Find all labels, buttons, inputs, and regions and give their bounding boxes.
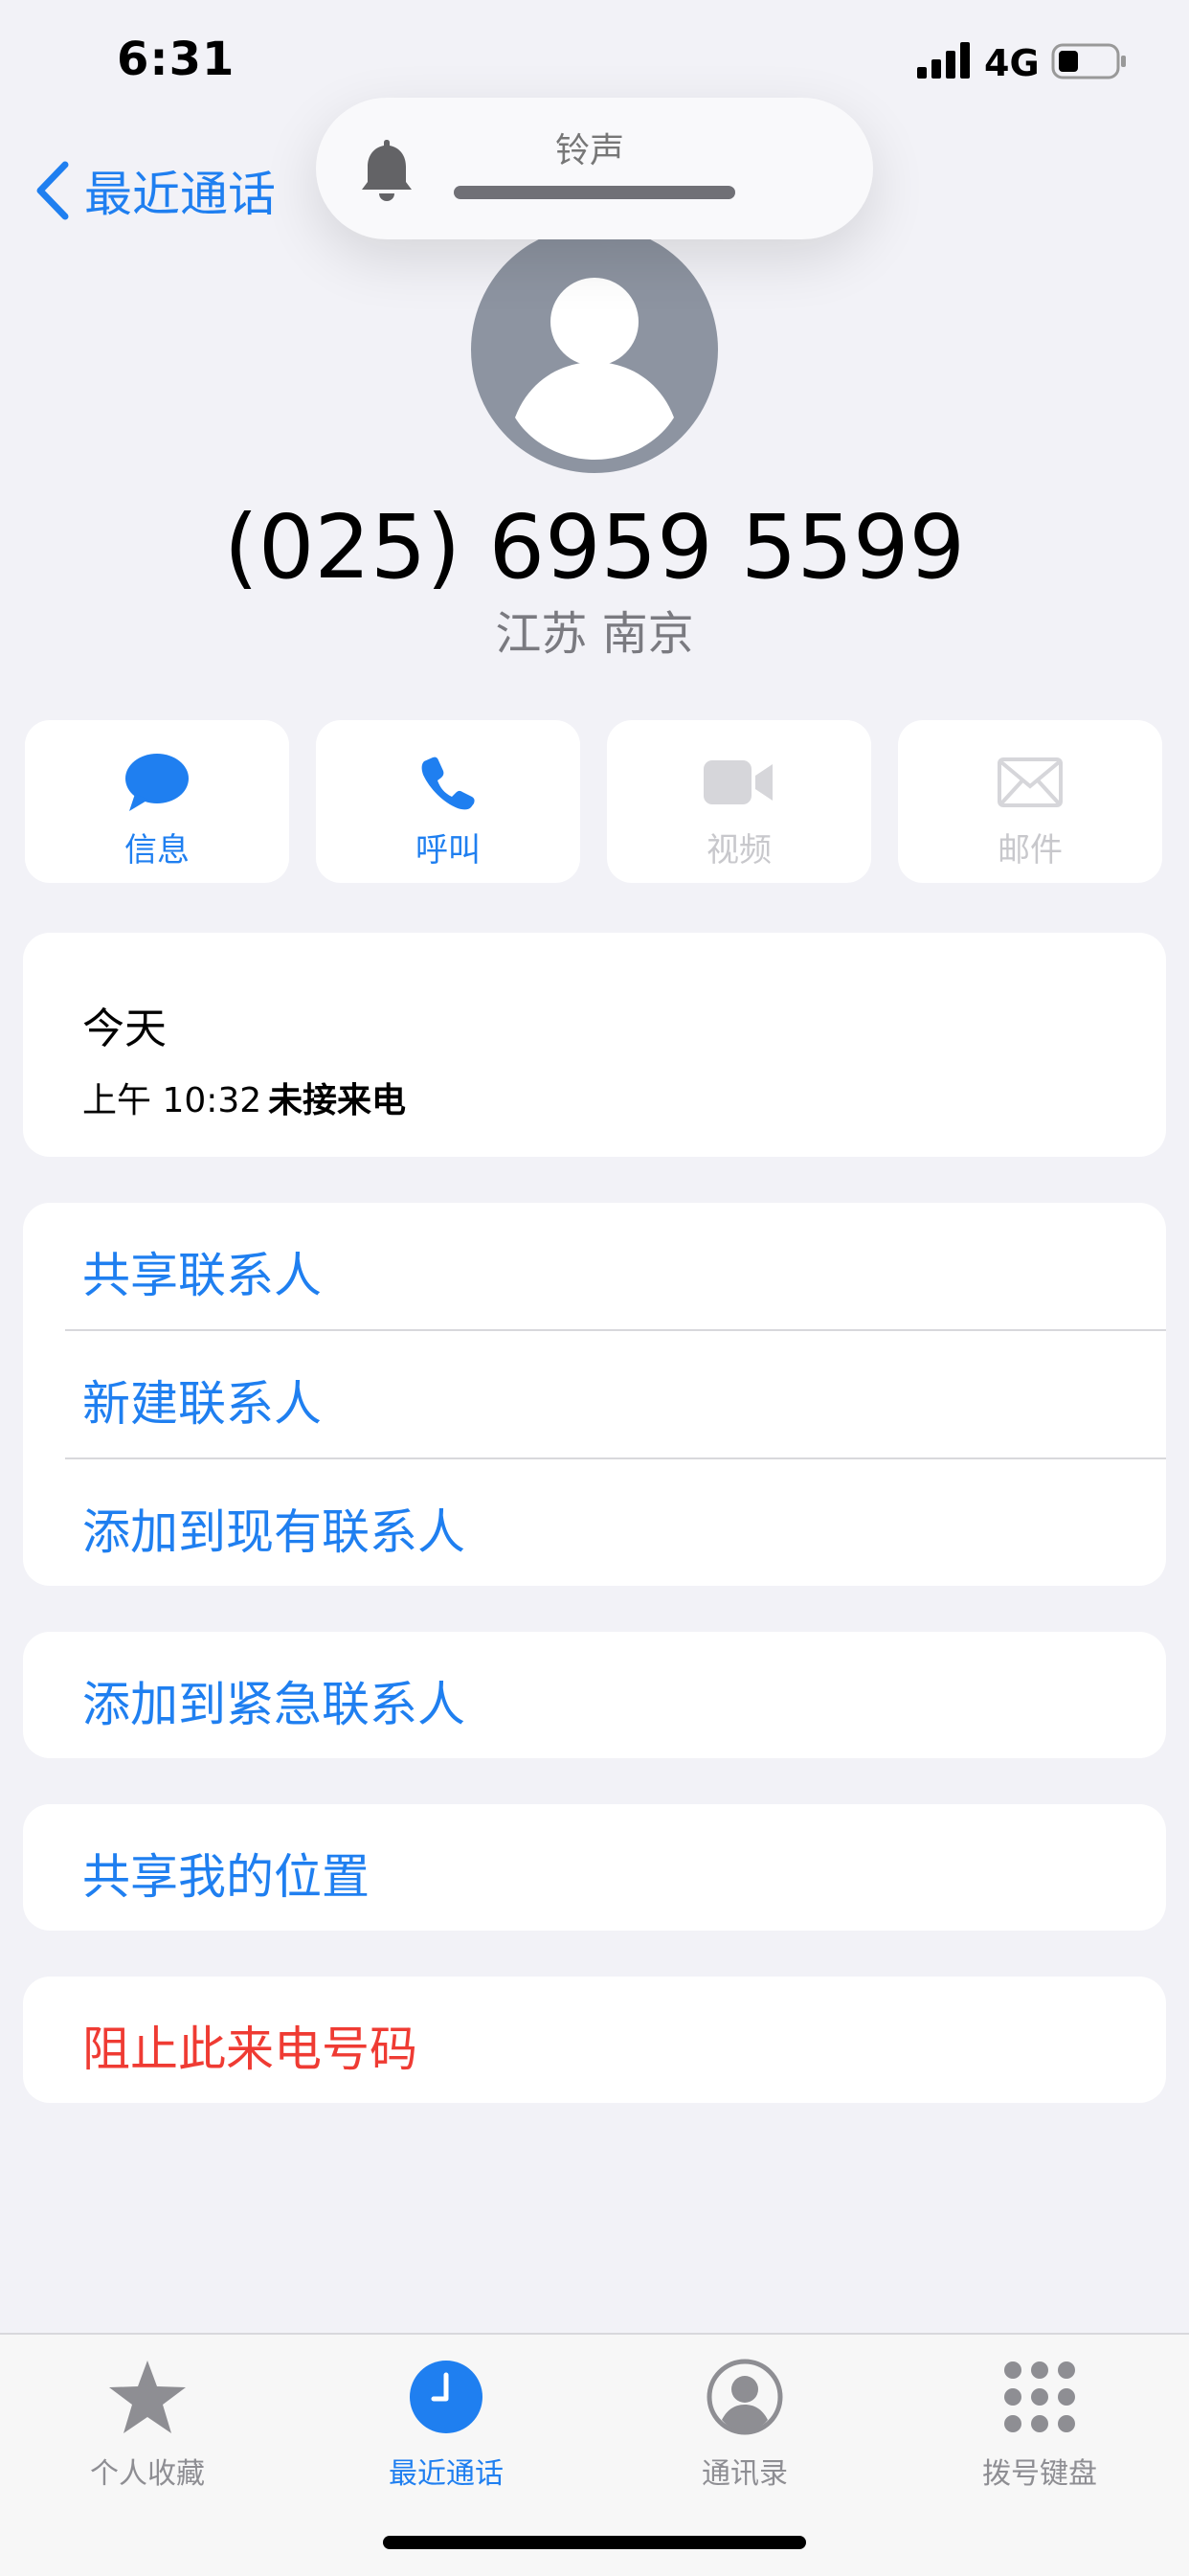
share-contact-button[interactable]: 共享联系人 bbox=[23, 1203, 1166, 1329]
back-button[interactable]: 最近通话 bbox=[34, 157, 276, 224]
chevron-left-icon bbox=[36, 161, 69, 220]
tab-keypad[interactable]: 拨号键盘 bbox=[925, 2354, 1155, 2492]
contact-options-card: 共享联系人 新建联系人 添加到现有联系人 bbox=[23, 1203, 1166, 1586]
star-icon bbox=[109, 2361, 186, 2433]
history-day: 今天 bbox=[82, 1005, 167, 1053]
person-silhouette-icon bbox=[515, 278, 674, 460]
home-indicator bbox=[383, 2536, 806, 2549]
share-location-button[interactable]: 共享我的位置 bbox=[23, 1804, 1166, 1931]
battery-icon bbox=[1051, 43, 1126, 79]
status-time: 6:31 bbox=[117, 33, 236, 86]
back-label: 最近通话 bbox=[84, 167, 276, 222]
phone-icon bbox=[421, 757, 475, 810]
call-history-card: 今天 上午 10:32 未接来电 bbox=[23, 933, 1166, 1157]
avatar bbox=[471, 226, 718, 473]
tab-recents[interactable]: 最近通话 bbox=[331, 2354, 561, 2492]
mail-icon bbox=[998, 757, 1063, 807]
tab-contacts-label: 通讯录 bbox=[702, 2457, 788, 2491]
tab-favorites[interactable]: 个人收藏 bbox=[33, 2354, 262, 2492]
person-circle-icon bbox=[707, 2359, 783, 2435]
caller-location: 江苏 南京 bbox=[495, 607, 694, 661]
new-contact-button[interactable]: 新建联系人 bbox=[23, 1331, 1166, 1457]
new-contact-label: 新建联系人 bbox=[82, 1376, 322, 1432]
tab-favorites-label: 个人收藏 bbox=[90, 2457, 205, 2491]
phone-number: (025) 6959 5599 bbox=[223, 496, 966, 599]
ringer-volume-bar bbox=[454, 186, 735, 199]
share-location-label: 共享我的位置 bbox=[82, 1849, 370, 1905]
add-emergency-label: 添加到紧急联系人 bbox=[82, 1677, 465, 1732]
share-location-card: 共享我的位置 bbox=[23, 1804, 1166, 1931]
message-icon bbox=[125, 754, 189, 811]
block-caller-button[interactable]: 阻止此来电号码 bbox=[23, 1977, 1166, 2103]
message-label: 信息 bbox=[124, 831, 190, 870]
add-to-existing-label: 添加到现有联系人 bbox=[82, 1504, 465, 1560]
history-status: 未接来电 bbox=[268, 1081, 407, 1120]
video-button[interactable]: 视频 bbox=[607, 720, 871, 883]
clock-icon bbox=[410, 2361, 482, 2433]
tab-recents-label: 最近通话 bbox=[389, 2457, 504, 2491]
bell-icon bbox=[362, 140, 412, 201]
network-type: 4G bbox=[984, 42, 1040, 84]
tab-contacts[interactable]: 通讯录 bbox=[630, 2354, 860, 2492]
mail-button[interactable]: 邮件 bbox=[898, 720, 1162, 883]
video-icon bbox=[704, 760, 773, 804]
call-label: 呼叫 bbox=[415, 831, 481, 870]
call-button[interactable]: 呼叫 bbox=[316, 720, 580, 883]
block-caller-card: 阻止此来电号码 bbox=[23, 1977, 1166, 2103]
message-button[interactable]: 信息 bbox=[25, 720, 289, 883]
ringer-toast: 铃声 bbox=[316, 98, 873, 239]
video-label: 视频 bbox=[707, 831, 772, 870]
add-to-existing-button[interactable]: 添加到现有联系人 bbox=[23, 1459, 1166, 1586]
tab-keypad-label: 拨号键盘 bbox=[982, 2457, 1097, 2491]
history-time: 上午 10:32 bbox=[82, 1081, 262, 1120]
block-caller-label: 阻止此来电号码 bbox=[82, 2022, 417, 2077]
signal-icon bbox=[917, 42, 970, 79]
mail-label: 邮件 bbox=[998, 831, 1063, 870]
keypad-icon bbox=[1004, 2361, 1075, 2432]
emergency-contact-card: 添加到紧急联系人 bbox=[23, 1632, 1166, 1758]
ringer-label: 铃声 bbox=[555, 131, 625, 170]
share-contact-label: 共享联系人 bbox=[82, 1248, 322, 1303]
add-emergency-button[interactable]: 添加到紧急联系人 bbox=[23, 1632, 1166, 1758]
